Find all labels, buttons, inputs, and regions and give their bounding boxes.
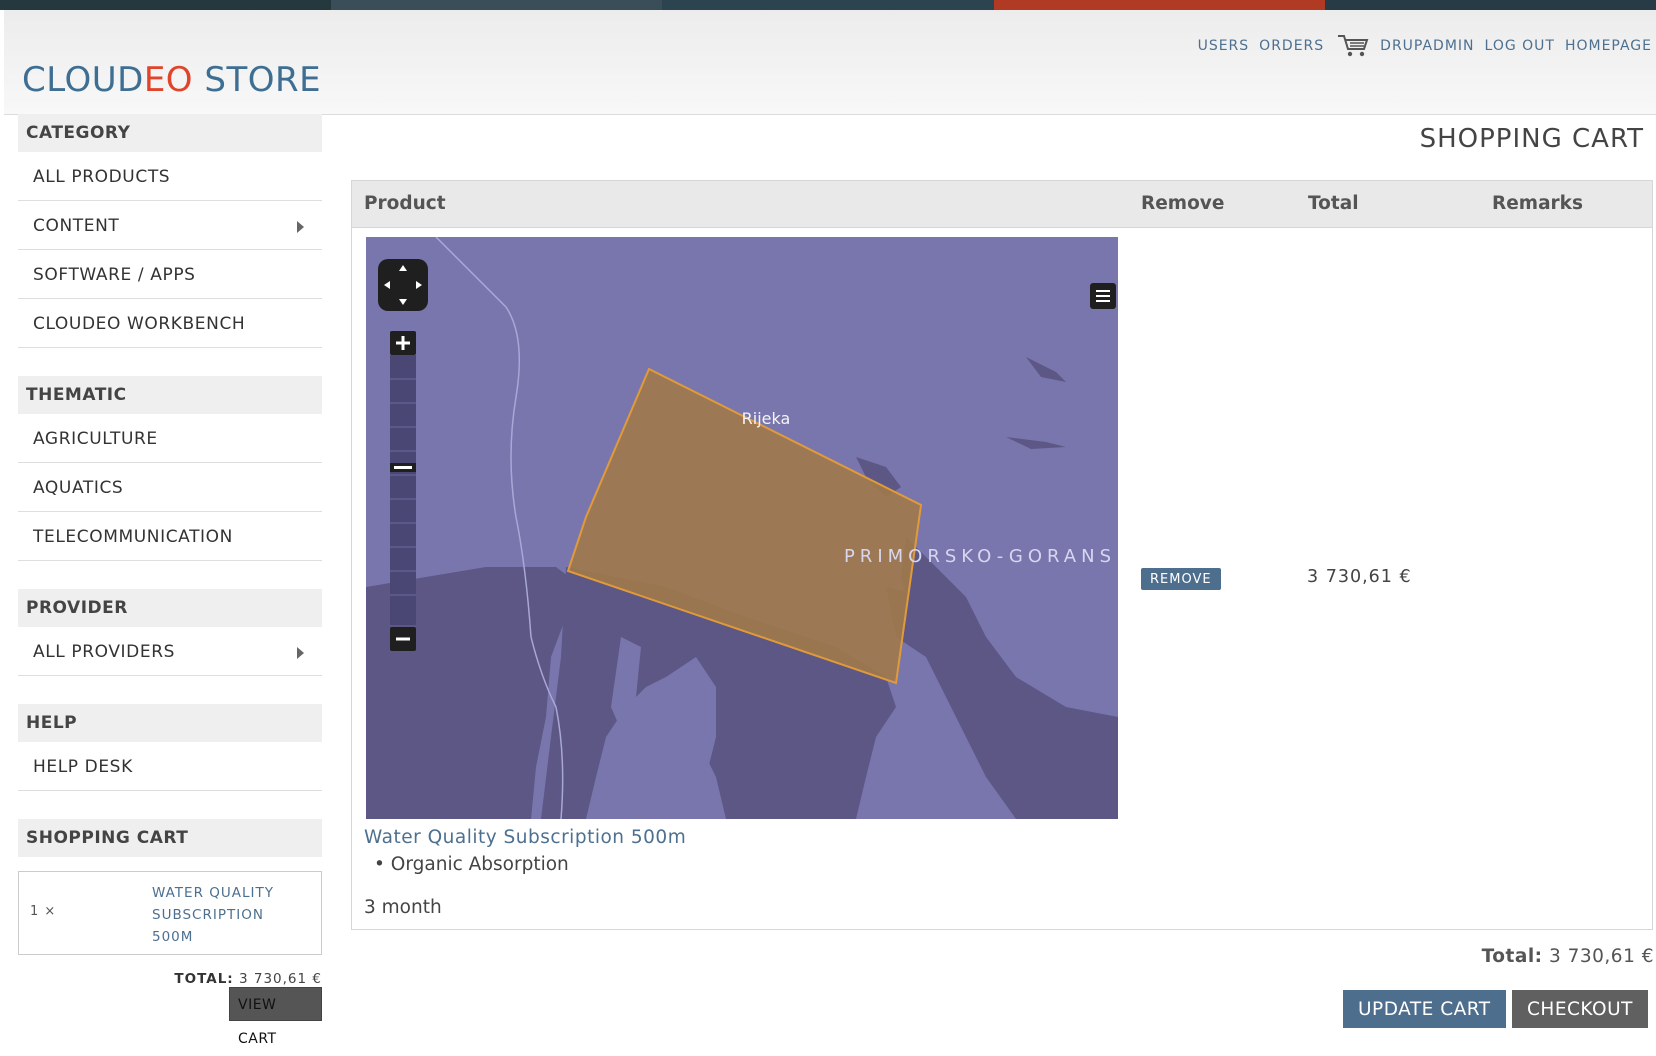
mini-cart-qty: 1 × xyxy=(30,904,57,919)
top-nav: USERS ORDERS DRUPADMIN LOG OUT HOMEPAGE xyxy=(1188,32,1652,60)
grand-total: Total: 3 730,61 € xyxy=(1481,946,1654,967)
col-remarks: Remarks xyxy=(1492,193,1583,214)
map-city-label: Rijeka xyxy=(742,409,791,428)
top-color-strip xyxy=(0,0,1656,10)
col-total: Total xyxy=(1308,193,1359,214)
area-of-interest-map[interactable]: Rijeka PRIMORSKO-GORANS xyxy=(366,237,1118,819)
update-cart-button[interactable]: UPDATE CART xyxy=(1343,990,1506,1028)
mini-cart: 1 × WATER QUALITY SUBSCRIPTION 500M xyxy=(18,871,322,955)
sidebar-item-cloudeo-workbench[interactable]: CLOUDEO WORKBENCH xyxy=(18,299,322,348)
site-header: CLOUDEO STORE USERS ORDERS DRUPADMIN LOG… xyxy=(4,10,1656,115)
sidebar-item-all-products[interactable]: ALL PRODUCTS xyxy=(18,152,322,201)
view-cart-button[interactable]: VIEW CART xyxy=(229,987,322,1047)
col-product: Product xyxy=(364,193,446,214)
category-heading: CATEGORY xyxy=(18,114,322,152)
sidebar-item-content[interactable]: CONTENT xyxy=(18,201,322,250)
cart-table: Product Remove Total Remarks Rijeka PRIM… xyxy=(351,180,1653,930)
mini-cart-total: TOTAL: 3 730,61 € xyxy=(174,971,322,987)
product-duration: 3 month xyxy=(364,897,442,918)
nav-user[interactable]: DRUPADMIN xyxy=(1380,38,1474,54)
shopping-cart-heading: SHOPPING CART xyxy=(18,819,322,857)
remove-button[interactable]: REMOVE xyxy=(1141,568,1221,590)
nav-homepage[interactable]: HOMEPAGE xyxy=(1565,38,1652,54)
sidebar-item-help-desk[interactable]: HELP DESK xyxy=(18,742,322,791)
mini-cart-product-link[interactable]: WATER QUALITY SUBSCRIPTION 500M xyxy=(152,882,302,948)
sidebar-item-agriculture[interactable]: AGRICULTURE xyxy=(18,414,322,463)
help-heading: HELP xyxy=(18,704,322,742)
nav-users[interactable]: USERS xyxy=(1198,38,1250,54)
product-link[interactable]: Water Quality Subscription 500m xyxy=(364,827,686,848)
nav-logout[interactable]: LOG OUT xyxy=(1485,38,1555,54)
table-header: Product Remove Total Remarks xyxy=(352,181,1652,228)
nav-orders[interactable]: ORDERS xyxy=(1259,38,1324,54)
chevron-right-icon xyxy=(297,647,304,659)
thematic-heading: THEMATIC xyxy=(18,376,322,414)
sidebar-item-telecommunication[interactable]: TELECOMMUNICATION xyxy=(18,512,322,561)
shopping-cart-icon[interactable] xyxy=(1336,32,1370,60)
site-logo[interactable]: CLOUDEO STORE xyxy=(22,60,321,100)
checkout-button[interactable]: CHECKOUT xyxy=(1512,990,1648,1028)
sidebar-item-software-apps[interactable]: SOFTWARE / APPS xyxy=(18,250,322,299)
page-title: SHOPPING CART xyxy=(1419,124,1644,154)
sidebar-item-aquatics[interactable]: AQUATICS xyxy=(18,463,322,512)
product-attribute: • Organic Absorption xyxy=(374,854,569,875)
sidebar: CATEGORY ALL PRODUCTS CONTENT SOFTWARE /… xyxy=(18,114,322,1047)
chevron-right-icon xyxy=(297,221,304,233)
col-remove: Remove xyxy=(1141,193,1225,214)
row-total: 3 730,61 € xyxy=(1307,567,1412,587)
sidebar-item-all-providers[interactable]: ALL PROVIDERS xyxy=(18,627,322,676)
map-region-label: PRIMORSKO-GORANS xyxy=(844,546,1116,567)
provider-heading: PROVIDER xyxy=(18,589,322,627)
